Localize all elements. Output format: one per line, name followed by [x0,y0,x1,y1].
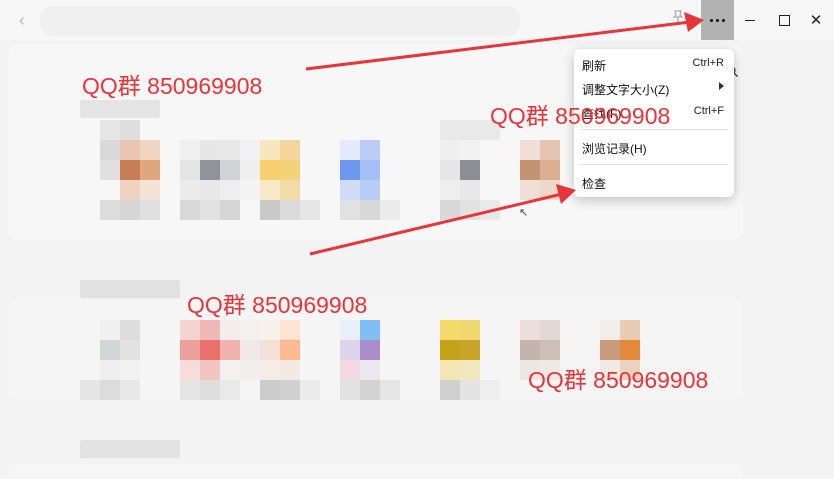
watermark-text: QQ群 850969908 [82,73,263,99]
annotation-arrow [309,192,563,256]
annotation-arrow [305,20,691,71]
watermark-text: QQ群 850969908 [187,292,368,318]
annotation-arrowhead [684,12,704,32]
watermark-text: QQ群 850969908 [528,367,709,393]
annotation-arrowhead [556,184,576,204]
watermark-text: QQ群 850969908 [490,103,671,129]
